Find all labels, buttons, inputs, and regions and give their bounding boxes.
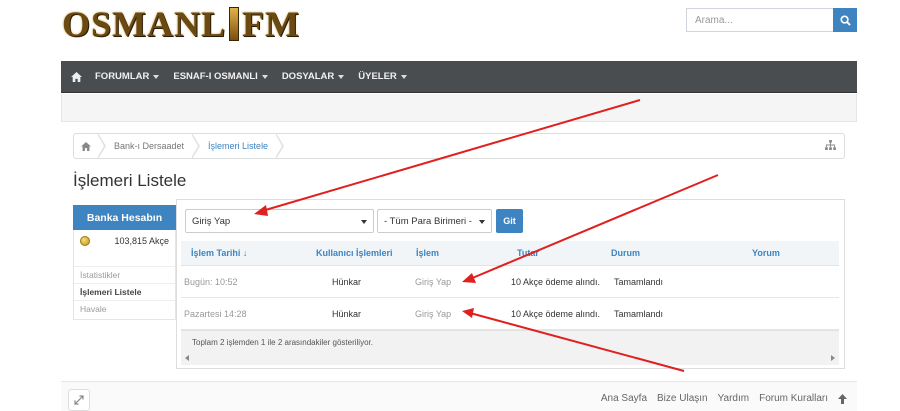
breadcrumb-current[interactable]: İşlemeri Listele <box>202 141 276 151</box>
col-comment[interactable]: Yorum <box>730 248 830 258</box>
nav-files[interactable]: DOSYALAR <box>275 61 351 93</box>
footer-link-home[interactable]: Ana Sayfa <box>601 393 647 404</box>
caret-down-icon <box>338 74 345 79</box>
dropdown-arrow-icon <box>479 220 485 224</box>
balance-row: 103,815 Akçe <box>74 230 175 252</box>
breadcrumb-bank[interactable]: Bank-ı Dersaadet <box>108 141 192 151</box>
sidebar-box: 103,815 Akçe İstatistikler İşlemeri List… <box>73 230 176 320</box>
nav-esnaf-label: ESNAF-I OSMANLI <box>173 71 258 82</box>
cell-amount: 10 Akçe ödeme alındı. <box>511 308 601 319</box>
logo-text-left: OSMANL <box>62 4 227 44</box>
col-status[interactable]: Durum <box>608 248 730 258</box>
caret-down-icon <box>153 74 160 79</box>
breadcrumb-separator <box>191 133 202 159</box>
cell-action: Giriş Yap <box>415 308 452 319</box>
caret-down-icon <box>261 74 268 79</box>
transaction-type-value: Giriş Yap <box>192 215 231 227</box>
logo-pillar-icon <box>229 7 240 41</box>
sitemap-button[interactable] <box>825 139 836 153</box>
nav-members-label: ÜYELER <box>358 71 397 82</box>
footer-link-help[interactable]: Yardım <box>718 393 750 404</box>
home-icon <box>81 141 91 151</box>
sidebar-item-transactions[interactable]: İşlemeri Listele <box>74 283 175 300</box>
nav-members[interactable]: ÜYELER <box>351 61 414 93</box>
nav-esnaf[interactable]: ESNAF-I OSMANLI <box>166 61 274 93</box>
cell-amount: 10 Akçe ödeme alındı. <box>511 276 601 287</box>
home-icon <box>70 71 82 82</box>
nav-home[interactable] <box>64 71 88 82</box>
nav-files-label: DOSYALAR <box>281 71 335 82</box>
cell-user[interactable]: Hünkar <box>306 277 410 287</box>
search-form <box>686 8 857 32</box>
transaction-type-select[interactable]: Giriş Yap <box>185 209 374 233</box>
arrow-up-icon[interactable] <box>838 393 847 404</box>
table-summary: Toplam 2 işlemden 1 ile 2 arasındakiler … <box>192 338 373 347</box>
cell-action: Giriş Yap <box>415 276 452 287</box>
go-button[interactable]: Git <box>496 209 523 233</box>
site-logo[interactable]: OSMANL FM <box>62 4 300 44</box>
filter-bar: Giriş Yap - Tüm Para Birimeri - Git <box>185 209 523 233</box>
cell-user[interactable]: Hünkar <box>306 309 410 319</box>
breadcrumb-separator <box>275 133 286 159</box>
cell-date: Bugün: 10:52 <box>184 276 238 287</box>
currency-select[interactable]: - Tüm Para Birimeri - <box>377 209 492 233</box>
nav-forums[interactable]: FORUMLAR <box>88 61 166 93</box>
sidebar-menu: İstatistikler İşlemeri Listele Havale <box>74 266 175 317</box>
breadcrumb: Bank-ı Dersaadet İşlemeri Listele <box>73 133 845 159</box>
table-header: İşlem Tarihi ↓ Kullanıcı İşlemleri İşlem… <box>181 241 839 266</box>
page-title: İşlemeri Listele <box>73 171 187 190</box>
scroll-left-icon[interactable] <box>185 355 189 361</box>
breadcrumb-home[interactable] <box>74 134 98 158</box>
col-user[interactable]: Kullanıcı İşlemleri <box>306 248 410 258</box>
cell-status: Tamamlandı <box>614 308 664 319</box>
footer-links: Ana Sayfa Bize Ulaşın Yardım Forum Kural… <box>601 393 847 404</box>
search-icon <box>839 14 851 26</box>
sidebar-item-transfer[interactable]: Havale <box>74 300 175 317</box>
main-navbar: FORUMLAR ESNAF-I OSMANLI DOSYALAR ÜYELER <box>61 61 857 93</box>
sub-navbar <box>61 94 857 122</box>
balance-amount: 103,815 Akçe <box>114 236 169 246</box>
sitemap-icon <box>825 139 836 150</box>
caret-down-icon <box>400 74 407 79</box>
scroll-right-icon[interactable] <box>831 355 835 361</box>
expand-icon <box>74 395 84 405</box>
expand-button[interactable] <box>68 389 90 411</box>
table-row: Bugün: 10:52 Hünkar Giriş Yap 10 Akçe öd… <box>181 266 839 298</box>
col-action[interactable]: İşlem <box>410 248 506 258</box>
table-row: Pazartesi 14:28 Hünkar Giriş Yap 10 Akçe… <box>181 298 839 330</box>
sidebar-item-statistics[interactable]: İstatistikler <box>74 266 175 283</box>
page-footer: Ana Sayfa Bize Ulaşın Yardım Forum Kural… <box>61 381 857 411</box>
col-amount[interactable]: Tutar <box>506 248 608 258</box>
footer-link-contact[interactable]: Bize Ulaşın <box>657 393 708 404</box>
transactions-table: İşlem Tarihi ↓ Kullanıcı İşlemleri İşlem… <box>181 241 839 330</box>
currency-value: - Tüm Para Birimeri - <box>384 215 472 227</box>
cell-date: Pazartesi 14:28 <box>184 308 247 319</box>
sidebar-header: Banka Hesabın <box>73 205 176 230</box>
dropdown-arrow-icon <box>361 220 367 224</box>
search-button[interactable] <box>833 8 857 32</box>
search-input[interactable] <box>686 8 833 32</box>
table-footer: Toplam 2 işlemden 1 ile 2 arasındakiler … <box>181 330 839 365</box>
col-date[interactable]: İşlem Tarihi ↓ <box>181 248 306 258</box>
coin-icon <box>80 236 90 246</box>
nav-forums-label: FORUMLAR <box>95 71 150 82</box>
cell-status: Tamamlandı <box>614 276 664 287</box>
footer-link-rules[interactable]: Forum Kuralları <box>759 393 828 404</box>
logo-text-right: FM <box>242 4 300 44</box>
breadcrumb-separator <box>97 133 108 159</box>
